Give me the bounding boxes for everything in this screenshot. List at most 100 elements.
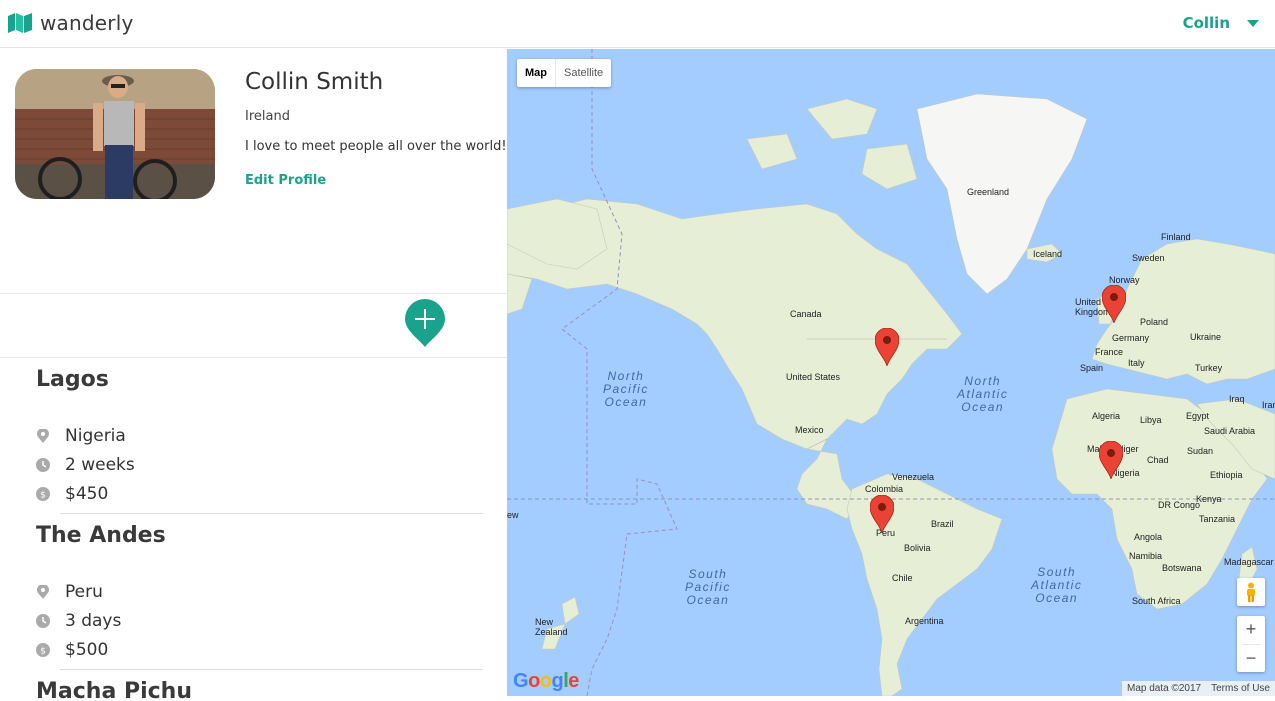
map-label: Germany	[1112, 333, 1150, 343]
clock-icon	[36, 458, 50, 472]
map-label: Argentina	[905, 616, 944, 626]
profile-name: Collin Smith	[245, 69, 384, 95]
caret-down-icon[interactable]	[1247, 19, 1259, 27]
divider	[0, 357, 507, 358]
trip-title[interactable]: Lagos	[36, 367, 109, 392]
map-data-text: Map data ©2017	[1127, 683, 1202, 694]
terms-link[interactable]: Terms of Use	[1206, 683, 1275, 694]
map-label: Colombia	[865, 484, 904, 494]
map-label: Greenland	[967, 187, 1010, 197]
map-label: Algeria	[1092, 411, 1121, 421]
map-label: Angola	[1134, 532, 1163, 542]
map-label: Madagascar	[1224, 557, 1274, 567]
zoom-control[interactable]: + −	[1237, 616, 1265, 672]
user-name[interactable]: Collin	[1183, 14, 1230, 32]
zoom-out-button[interactable]: −	[1237, 645, 1265, 673]
trip-duration-row: 2 weeks	[36, 455, 135, 475]
trip-location-row: Nigeria	[36, 426, 126, 446]
trip-title[interactable]: Macha Pichu	[36, 679, 192, 701]
map-attribution: Map data ©2017 Terms of Use	[1122, 681, 1275, 696]
trip-location-row: Peru	[36, 582, 103, 602]
map-label: Poland	[1140, 317, 1169, 327]
trip-duration-row: 3 days	[36, 611, 121, 631]
trip-cost-row: $ $500	[36, 640, 108, 660]
map-marker-pin-icon[interactable]	[874, 327, 900, 367]
map-label: Ukraine	[1190, 332, 1222, 342]
map-label: Namibia	[1129, 551, 1163, 561]
zoom-in-button[interactable]: +	[1237, 616, 1265, 644]
map-type-control[interactable]: Map Satellite	[517, 59, 612, 87]
pegman-icon	[1247, 582, 1255, 602]
brand-logo[interactable]: wanderly	[7, 11, 134, 35]
money-icon: $	[36, 487, 50, 501]
map-label: Iraq	[1229, 394, 1245, 404]
map-label: Sudan	[1187, 446, 1214, 456]
app-header: wanderly Collin	[0, 0, 1275, 48]
google-logo[interactable]: Google	[513, 670, 579, 693]
map-logo-icon	[8, 13, 32, 33]
svg-text:$: $	[40, 647, 46, 657]
trip-cost: $500	[65, 640, 109, 660]
map-label: France	[1095, 347, 1124, 357]
map-label: Saudi Arabia	[1204, 426, 1256, 436]
user-menu[interactable]: Collin	[1183, 14, 1259, 32]
location-pin-icon	[36, 585, 50, 599]
map-label: Iran	[1262, 400, 1275, 410]
profile-country: Ireland	[245, 109, 290, 124]
map-label: Iceland	[1033, 249, 1063, 259]
map-marker-pin-icon[interactable]	[1098, 440, 1124, 480]
ocean-label: South Atlantic Ocean	[1031, 565, 1083, 605]
profile-bio: I love to meet people all over the world…	[245, 139, 507, 154]
avatar	[15, 69, 215, 199]
map-label: Libya	[1140, 415, 1162, 425]
map-label: Egypt	[1186, 411, 1210, 421]
map-label: Tanzania	[1199, 514, 1236, 524]
world-map[interactable]: Map Satellite Greenland Iceland Finland …	[507, 49, 1275, 696]
trip-duration: 3 days	[65, 611, 122, 631]
map-label: Ethiopia	[1210, 470, 1243, 480]
svg-text:$: $	[40, 491, 46, 501]
money-icon: $	[36, 643, 50, 657]
brand-name: wanderly	[40, 11, 134, 35]
trip-title[interactable]: The Andes	[36, 523, 166, 548]
map-label: Canada	[790, 309, 822, 319]
map-label: Sweden	[1132, 253, 1165, 263]
ocean-label: North Atlantic Ocean	[957, 374, 1009, 414]
map-label: Turkey	[1195, 363, 1223, 373]
street-view-button[interactable]	[1237, 578, 1265, 606]
add-trip-button[interactable]	[404, 299, 446, 347]
map-label: ew	[507, 510, 519, 520]
map-label: Botswana	[1162, 563, 1202, 573]
map-label: DR Congo	[1158, 500, 1201, 510]
trip-country: Peru	[65, 582, 103, 602]
ocean-label: South Pacific Ocean	[685, 567, 731, 607]
edit-profile-link[interactable]: Edit Profile	[245, 173, 326, 188]
add-pin-icon	[405, 299, 445, 347]
map-label: Venezuela	[892, 472, 935, 482]
ocean-label: North Pacific Ocean	[603, 369, 649, 409]
map-label: South Africa	[1132, 596, 1181, 606]
profile-panel: Collin Smith Ireland I love to meet peop…	[0, 49, 507, 701]
map-label: Chad	[1147, 455, 1169, 465]
map-marker-pin-icon[interactable]	[1101, 284, 1127, 324]
map-label: Bolivia	[904, 543, 931, 553]
map-type-satellite-button[interactable]: Satellite	[556, 59, 611, 87]
divider	[0, 293, 507, 294]
map-label: Chile	[892, 573, 913, 583]
map-label: Norway	[1109, 275, 1140, 285]
trip-cost: $450	[65, 484, 109, 504]
trip-country: Nigeria	[65, 426, 126, 446]
clock-icon	[36, 614, 50, 628]
map-label: United States	[786, 372, 841, 382]
map-label: Finland	[1161, 232, 1191, 242]
map-label: Spain	[1080, 363, 1104, 373]
map-label: Brazil	[931, 519, 954, 529]
trip-duration: 2 weeks	[65, 455, 135, 475]
map-marker-pin-icon[interactable]	[869, 494, 895, 534]
map-label: Italy	[1128, 358, 1145, 368]
trip-cost-row: $ $450	[36, 484, 108, 504]
map-type-map-button[interactable]: Map	[517, 59, 556, 87]
map-label: Mexico	[795, 425, 824, 435]
location-pin-icon	[36, 429, 50, 443]
divider	[60, 513, 483, 514]
